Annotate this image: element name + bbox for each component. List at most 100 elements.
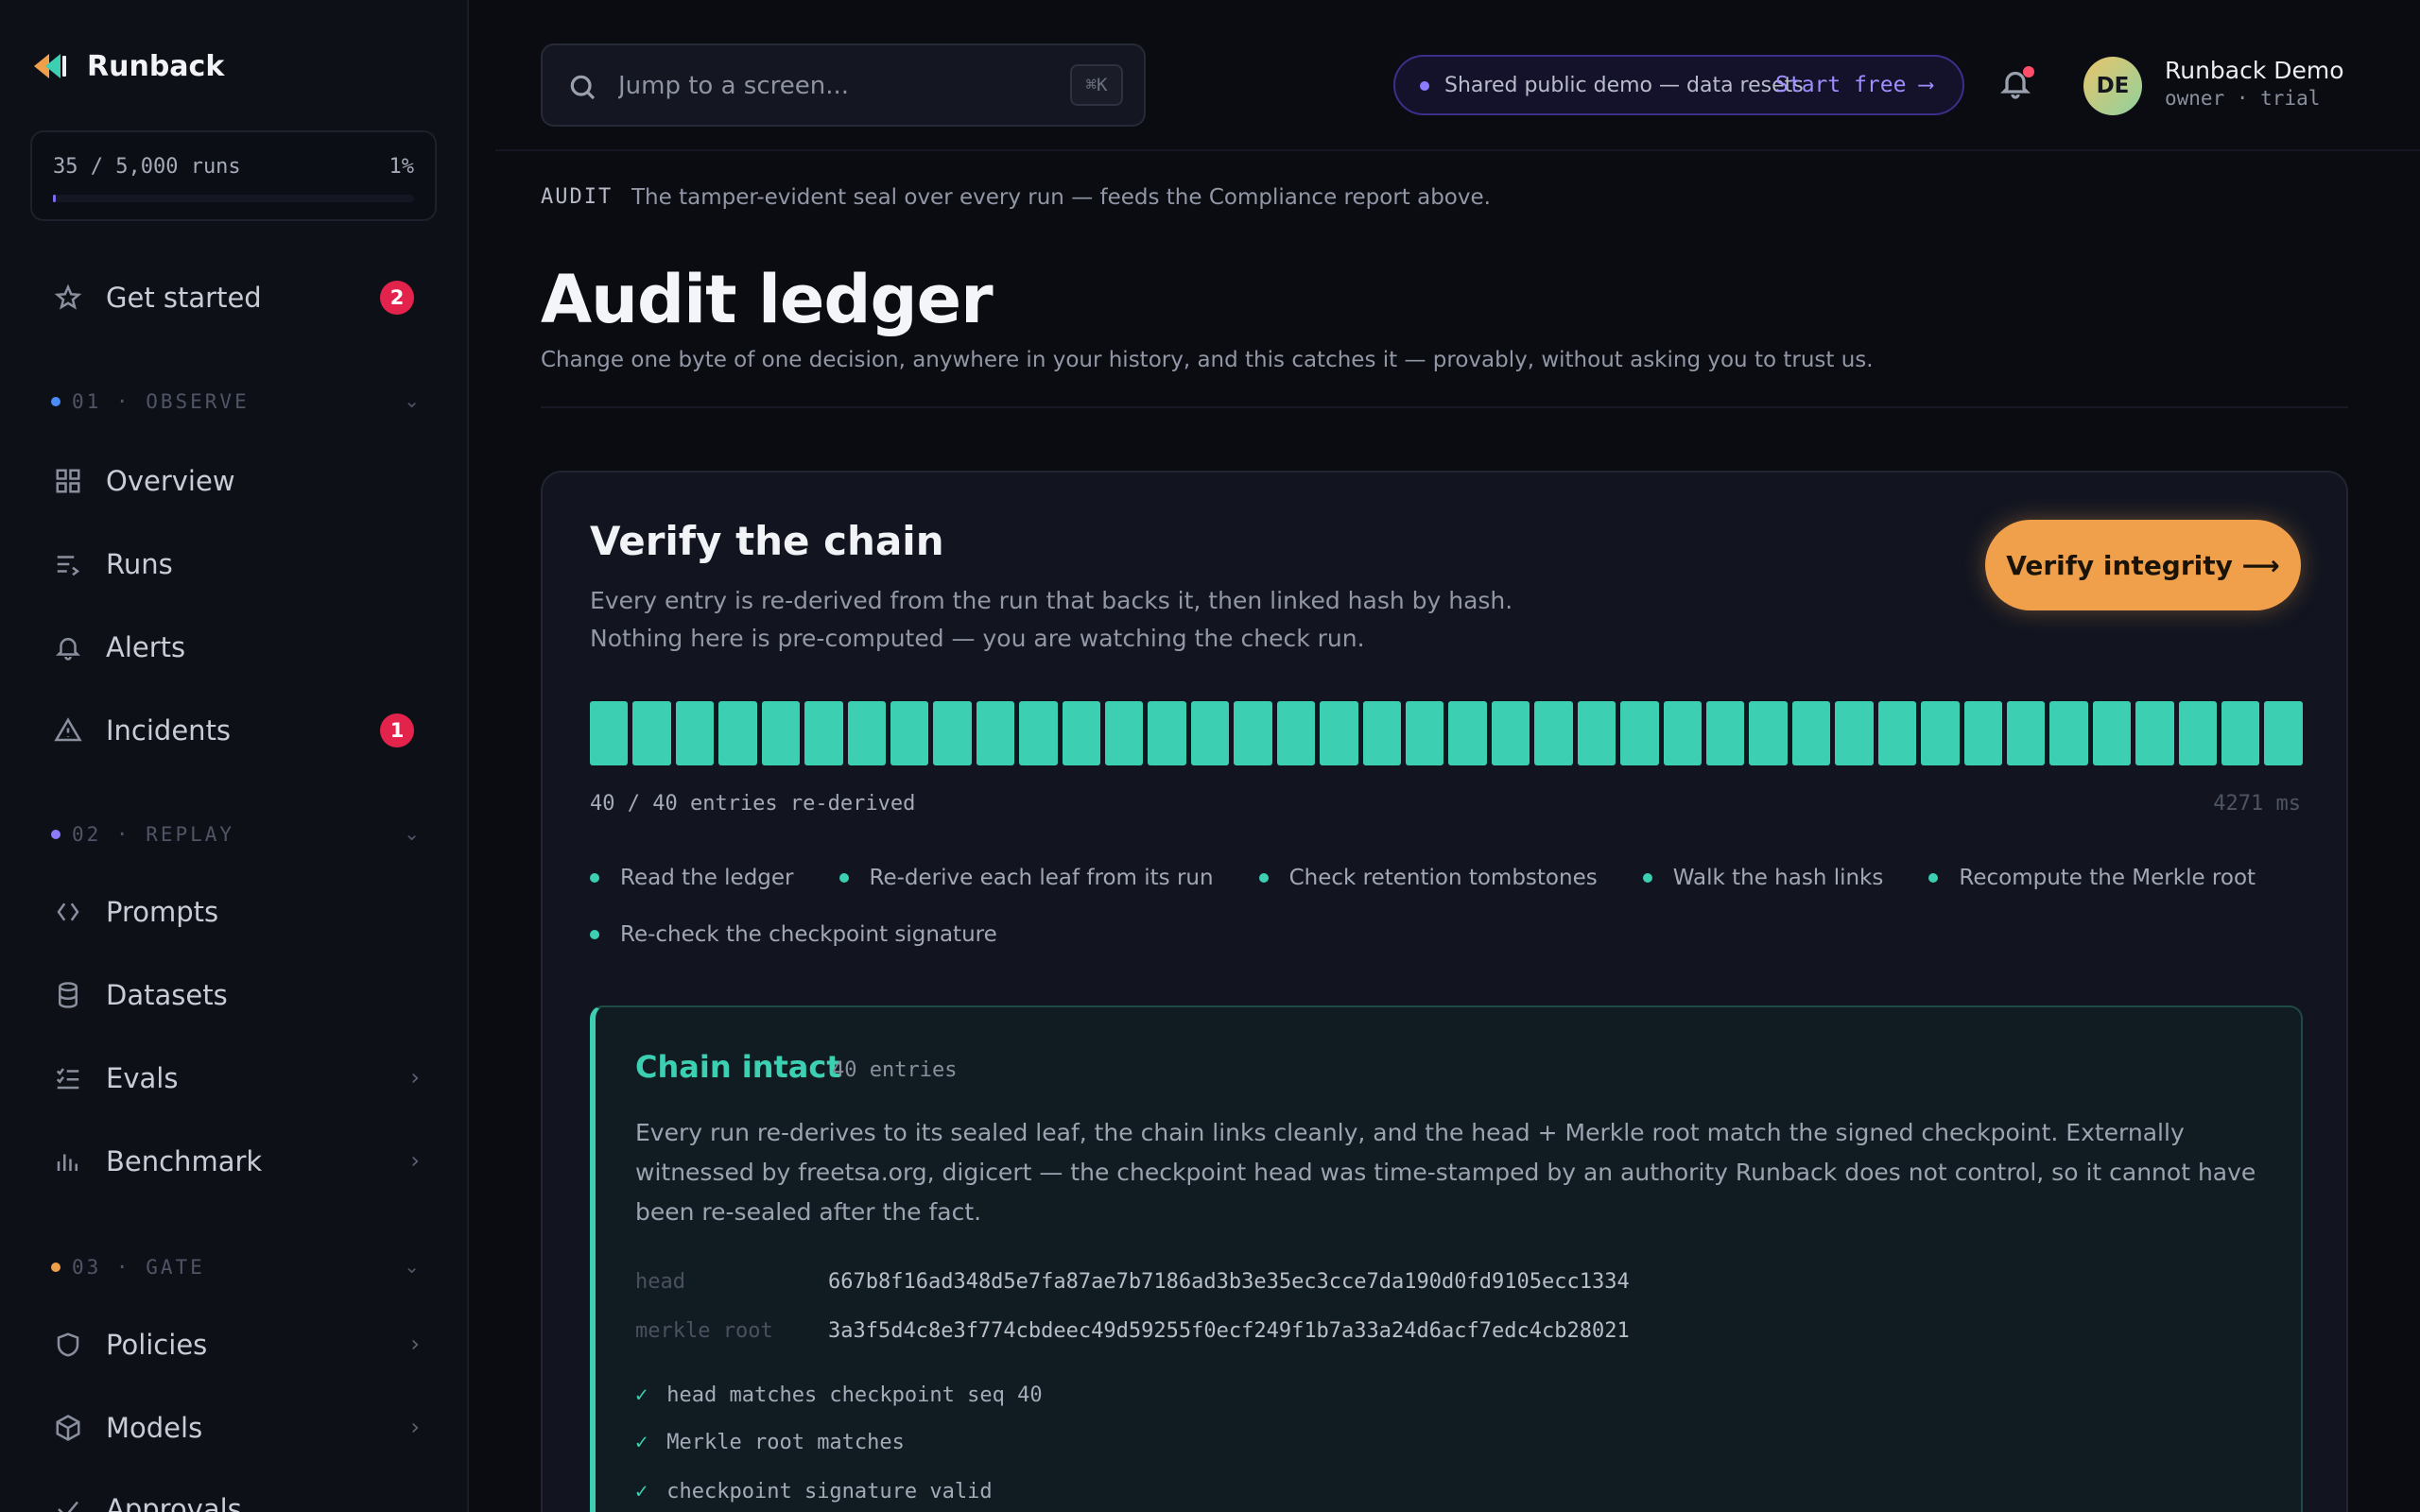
check-item: ✓ Merkle root matches xyxy=(635,1431,905,1454)
entry-block xyxy=(1534,701,1573,765)
entry-block xyxy=(847,701,886,765)
runback-logo-icon xyxy=(32,47,70,85)
card-title: Verify the chain xyxy=(590,518,944,564)
sidebar-item-overview[interactable]: Overview xyxy=(53,457,235,505)
bar-chart-icon xyxy=(53,1146,83,1177)
brand-name: Runback xyxy=(87,49,225,83)
entry-block xyxy=(1835,701,1874,765)
chevron-right-icon[interactable]: › xyxy=(410,1331,420,1357)
entry-block xyxy=(2092,701,2132,765)
step-item: Recompute the Merkle root xyxy=(1928,864,2256,892)
avatar[interactable]: DE xyxy=(2083,57,2142,115)
usage-percent: 1% xyxy=(389,155,415,179)
card-description: Every entry is re-derived from the run t… xyxy=(590,582,1630,658)
bell-icon xyxy=(53,632,83,662)
chevron-right-icon[interactable]: › xyxy=(410,1414,420,1440)
check-icon: ✓ xyxy=(635,1480,648,1503)
section-label: 01 · OBSERVE xyxy=(72,390,250,413)
section-observe[interactable]: 01 · OBSERVE xyxy=(51,390,250,413)
demo-banner: Shared public demo — data resets Start f… xyxy=(1393,55,1964,115)
check-icon: ✓ xyxy=(635,1431,648,1454)
entry-block xyxy=(976,701,1015,765)
sidebar-item-models[interactable]: Models xyxy=(53,1404,202,1452)
entry-block xyxy=(718,701,757,765)
page-title: Audit ledger xyxy=(541,261,994,338)
result-description: Every run re-derives to its sealed leaf,… xyxy=(635,1119,2256,1226)
code-brackets-icon xyxy=(53,897,83,927)
chevron-down-icon[interactable]: ⌄ xyxy=(404,389,420,412)
entry-block xyxy=(675,701,715,765)
topbar-divider xyxy=(495,149,2420,151)
usage-meter: 35 / 5,000 runs 1% xyxy=(30,130,437,221)
entry-block xyxy=(2006,701,2046,765)
sidebar-item-benchmark[interactable]: Benchmark xyxy=(53,1138,262,1185)
search-icon xyxy=(570,75,596,100)
entry-block xyxy=(1749,701,1788,765)
search-input[interactable] xyxy=(618,64,1015,108)
step-item: Re-derive each leaf from its run xyxy=(838,864,1214,892)
grid-icon xyxy=(53,466,83,496)
section-dot xyxy=(51,1263,60,1272)
result-count: 40 entries xyxy=(832,1058,958,1082)
merkle-root-hash: 3a3f5d4c8e3f774cbdeec49d59255f0ecf249f1b… xyxy=(828,1319,1630,1343)
verify-integrity-button[interactable]: Verify integrity ⟶ xyxy=(1985,520,2301,610)
user-name[interactable]: Runback Demo xyxy=(2165,57,2344,84)
sidebar-item-incidents[interactable]: Incidents xyxy=(53,707,231,754)
sidebar-item-policies[interactable]: Policies xyxy=(53,1321,207,1368)
entry-block xyxy=(1406,701,1444,765)
entry-block xyxy=(1276,701,1316,765)
page-subtitle: Change one byte of one decision, anywher… xyxy=(541,348,1874,372)
entry-block xyxy=(1190,701,1230,765)
section-replay[interactable]: 02 · REPLAY xyxy=(51,823,234,846)
step-label: Read the ledger xyxy=(620,866,794,890)
start-free-link[interactable]: Start free ⟶ xyxy=(1775,73,1932,97)
entry-block xyxy=(804,701,843,765)
entry-block xyxy=(1620,701,1659,765)
notifications-button[interactable] xyxy=(1998,66,2036,104)
result-title: Chain intact xyxy=(635,1049,841,1085)
shield-icon xyxy=(53,1330,83,1360)
entry-block xyxy=(2221,701,2260,765)
chevron-down-icon[interactable]: ⌄ xyxy=(404,1255,420,1278)
head-label: head xyxy=(635,1270,685,1294)
brand[interactable]: Runback xyxy=(32,47,224,85)
entry-block xyxy=(1148,701,1186,765)
entry-block xyxy=(2178,701,2218,765)
verification-steps: Read the ledger Re-derive each leaf from… xyxy=(590,864,2303,949)
sidebar-item-datasets[interactable]: Datasets xyxy=(53,971,228,1019)
demo-text: Shared public demo — data resets xyxy=(1444,74,1804,97)
chevron-right-icon[interactable]: › xyxy=(410,1147,420,1174)
verify-chain-card: Verify the chain Every entry is re-deriv… xyxy=(541,471,2348,1512)
entry-block xyxy=(1577,701,1616,765)
step-item: Re-check the checkpoint signature xyxy=(590,920,997,949)
check-item: ✓ head matches checkpoint seq 40 xyxy=(635,1383,1043,1407)
check-label: Merkle root matches xyxy=(666,1431,905,1454)
warning-triangle-icon xyxy=(53,715,83,746)
sidebar-item-approvals[interactable]: Approvals xyxy=(53,1486,242,1512)
usage-fill xyxy=(53,195,56,202)
runs-list-icon xyxy=(53,549,83,579)
sidebar-item-alerts[interactable]: Alerts xyxy=(53,624,185,671)
page-eyebrow-label: AUDIT xyxy=(541,185,614,209)
entry-block xyxy=(1921,701,1960,765)
entry-block xyxy=(1877,701,1917,765)
sidebar-item-evals[interactable]: Evals xyxy=(53,1055,178,1102)
entry-block xyxy=(1105,701,1144,765)
step-dot xyxy=(1258,873,1269,883)
step-dot xyxy=(590,930,599,939)
sidebar-item-prompts[interactable]: Prompts xyxy=(53,888,218,936)
entry-block xyxy=(1705,701,1745,765)
section-gate[interactable]: 03 · GATE xyxy=(51,1256,205,1279)
search-box[interactable]: ⌘K xyxy=(541,43,1146,127)
sidebar-item-runs[interactable]: Runs xyxy=(53,541,173,588)
entry-block xyxy=(1963,701,2002,765)
step-label: Recompute the Merkle root xyxy=(1959,866,2256,890)
entry-block xyxy=(590,701,629,765)
sidebar-item-get-started[interactable]: Get started xyxy=(53,274,262,321)
check-label: head matches checkpoint seq 40 xyxy=(666,1383,1043,1407)
chain-intact-result: Chain intact 40 entries Every run re-der… xyxy=(590,1005,2303,1512)
chevron-down-icon[interactable]: ⌄ xyxy=(404,822,420,845)
sidebar-item-label: Overview xyxy=(106,465,235,497)
chevron-right-icon[interactable]: › xyxy=(410,1064,420,1091)
entry-block xyxy=(890,701,929,765)
